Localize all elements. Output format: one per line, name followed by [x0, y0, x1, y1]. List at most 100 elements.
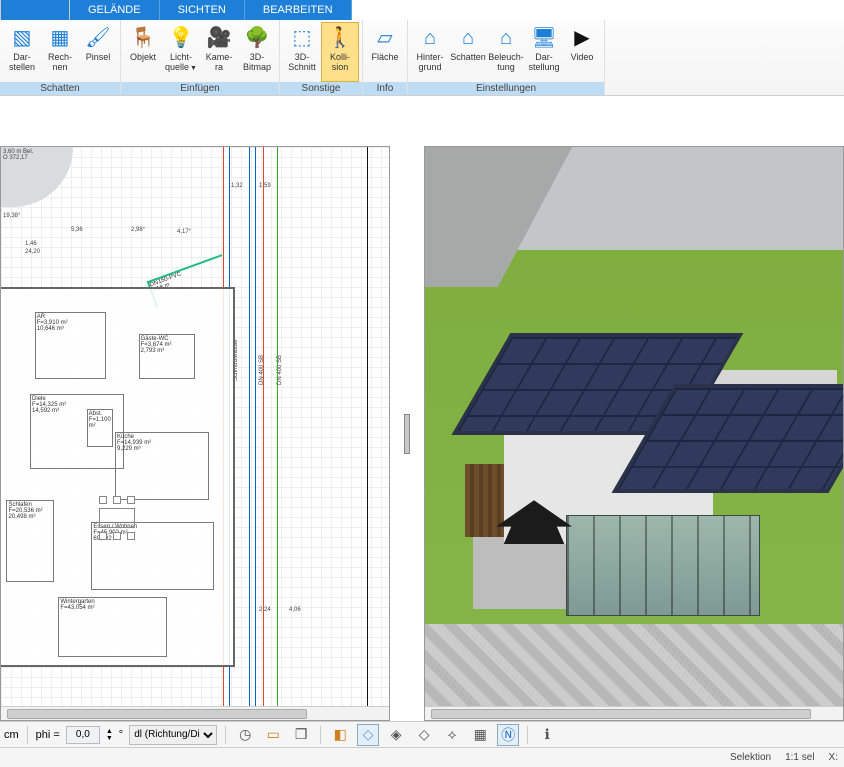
status-selektion: Selektion	[730, 752, 771, 763]
status-x: X:	[829, 752, 838, 763]
tab-bearbeiten[interactable]: BEARBEITEN	[245, 0, 352, 20]
north-icon: Ⓝ	[501, 725, 515, 745]
btn-grid[interactable]: ▦	[469, 724, 491, 746]
guide-line	[277, 147, 278, 720]
btn-screen[interactable]: ▭	[262, 724, 284, 746]
dim-label: DN 400 SB	[259, 355, 265, 385]
group-schatten: ▧Dar-stellen ▦Rech-nen 🖌Pinsel Schatten	[0, 20, 121, 95]
ribbon: ▧Dar-stellen ▦Rech-nen 🖌Pinsel Schatten …	[0, 20, 844, 96]
btn-hintergrund[interactable]: ⌂Hinter-grund	[411, 22, 449, 82]
dim-label: 2,24	[259, 607, 271, 613]
view-2d-plan[interactable]: 3,60 m Bel.O 372,17 19,38° 5,36 2,98° 1,…	[0, 146, 390, 721]
brush-icon: 🖌	[85, 25, 110, 51]
grid-icon: ▦	[474, 726, 487, 743]
group-einstellungen: ⌂Hinter-grund ⌂Schatten ⌂Beleuch-tung 🖥D…	[408, 20, 605, 95]
dim-label: 1,32	[231, 183, 243, 189]
dim-label: 1,46	[25, 241, 37, 247]
house-light-icon: ⌂	[500, 25, 512, 51]
btn-info[interactable]: ℹ	[536, 724, 558, 746]
phi-input[interactable]	[66, 726, 100, 744]
btn-lichtquelle[interactable]: 💡Licht-quelle▼	[162, 22, 200, 82]
group-label-sonstige: Sonstige	[280, 82, 362, 95]
dim-label: 3,60 m Bel.O 372,17	[3, 149, 33, 161]
dl-select[interactable]: dl (Richtung/Di	[129, 725, 217, 745]
btn-beleuchtung[interactable]: ⌂Beleuch-tung	[487, 22, 525, 82]
dim-label: 24,20	[25, 249, 40, 255]
layers-icon: ❒	[295, 726, 308, 743]
room-ar: ARF=3,910 m²10,646 m³	[35, 312, 106, 380]
section-icon: ⬚	[293, 25, 312, 51]
btn-snap-1[interactable]: ◇	[357, 724, 379, 746]
clock-icon: ◷	[239, 726, 251, 743]
house-bg-icon: ⌂	[424, 25, 436, 51]
dim-label: 5,36	[71, 227, 83, 233]
camera-icon: 🎥	[207, 25, 232, 51]
tab-sichten[interactable]: SICHTEN	[160, 0, 245, 20]
scrollbar-thumb[interactable]	[7, 709, 307, 719]
scrollbar-thumb[interactable]	[431, 709, 811, 719]
guide-line	[263, 147, 264, 720]
stepper[interactable]: ▲▼	[106, 728, 113, 742]
group-einfuegen: 🪑Objekt 💡Licht-quelle▼ 🎥Kame-ra 🌳3D-Bitm…	[121, 20, 280, 95]
room-schlafen: SchlafenF=20,536 m²20,498 m³	[6, 500, 53, 583]
cube-shadow-icon: ▧	[13, 25, 32, 51]
btn-snap-4[interactable]: ⟡	[441, 724, 463, 746]
view-3d[interactable]	[424, 146, 844, 721]
chair-icon: 🪑	[131, 25, 156, 51]
dining-table	[91, 500, 143, 536]
house-model	[465, 297, 844, 660]
diamond-outline-icon: ◇	[419, 726, 430, 743]
stack-icon: ◧	[334, 726, 347, 743]
guide-line	[367, 147, 368, 720]
group-label-einstellungen: Einstellungen	[408, 82, 604, 95]
btn-kollision[interactable]: 🚶Kolli-sion	[321, 22, 359, 82]
btn-kamera[interactable]: 🎥Kame-ra	[200, 22, 238, 82]
btn-darstellung[interactable]: 🖥Dar-stellung	[525, 22, 563, 82]
monitor-icon: 🖥	[531, 25, 556, 51]
btn-3d-schnitt[interactable]: ⬚3D-Schnitt	[283, 22, 321, 82]
group-label-einfuegen: Einfügen	[121, 82, 279, 95]
btn-snap-3[interactable]: ◇	[413, 724, 435, 746]
unit-label: cm	[4, 729, 19, 741]
dim-label: 1,59	[259, 183, 271, 189]
group-label-info: Info	[363, 82, 407, 95]
btn-darstellen[interactable]: ▧Dar-stellen	[3, 22, 41, 82]
tab-3d[interactable]: 3D	[0, 0, 70, 20]
dim-label: 4,17°	[177, 229, 191, 235]
group-sonstige: ⬚3D-Schnitt 🚶Kolli-sion Sonstige	[280, 20, 363, 95]
tab-gelaende[interactable]: GELÄNDE	[70, 0, 160, 20]
phi-label: phi =	[36, 729, 60, 741]
workspace: 3,60 m Bel.O 372,17 19,38° 5,36 2,98° 1,…	[0, 96, 844, 721]
btn-video[interactable]: ▶Video	[563, 22, 601, 82]
btn-north[interactable]: Ⓝ	[497, 724, 519, 746]
btn-3d-bitmap[interactable]: 🌳3D-Bitmap	[238, 22, 276, 82]
diamonds-icon: ◈	[391, 726, 402, 743]
diamond-icon: ◇	[363, 726, 374, 743]
btn-schatten-settings[interactable]: ⌂Schatten	[449, 22, 487, 82]
scrollbar-h[interactable]	[1, 706, 389, 720]
diamond-dots-icon: ⟡	[448, 726, 457, 743]
group-info: ▱Fläche Info	[363, 20, 408, 95]
btn-pinsel[interactable]: 🖌Pinsel	[79, 22, 117, 82]
btn-clock[interactable]: ◷	[234, 724, 256, 746]
btn-layers1[interactable]: ❒	[290, 724, 312, 746]
group-label-schatten: Schatten	[0, 82, 120, 95]
status-scale: 1:1 sel	[785, 752, 814, 763]
scrollbar-h[interactable]	[425, 706, 843, 720]
status-bar: Selektion 1:1 sel X:	[0, 747, 844, 767]
ribbon-tabs: 3D GELÄNDE SICHTEN BEARBEITEN	[0, 0, 844, 20]
btn-snap-2[interactable]: ◈	[385, 724, 407, 746]
deg-label: °	[119, 729, 123, 741]
btn-objekt[interactable]: 🪑Objekt	[124, 22, 162, 82]
screen-icon: ▭	[267, 726, 280, 743]
btn-flaeche[interactable]: ▱Fläche	[366, 22, 404, 82]
splitter[interactable]	[402, 146, 412, 721]
chevron-down-icon: ▼	[190, 65, 197, 72]
dim-label: 19,38°	[3, 213, 20, 219]
room-wintergarten: WintergartenF=43,054 m²	[58, 597, 167, 657]
btn-stack[interactable]: ◧	[329, 724, 351, 746]
room-wc: Gäste-WCF=3,874 m²2,793 m³	[139, 334, 196, 379]
btn-rechnen[interactable]: ▦Rech-nen	[41, 22, 79, 82]
info-icon: ℹ	[545, 726, 550, 743]
lightbulb-icon: 💡	[169, 25, 194, 51]
